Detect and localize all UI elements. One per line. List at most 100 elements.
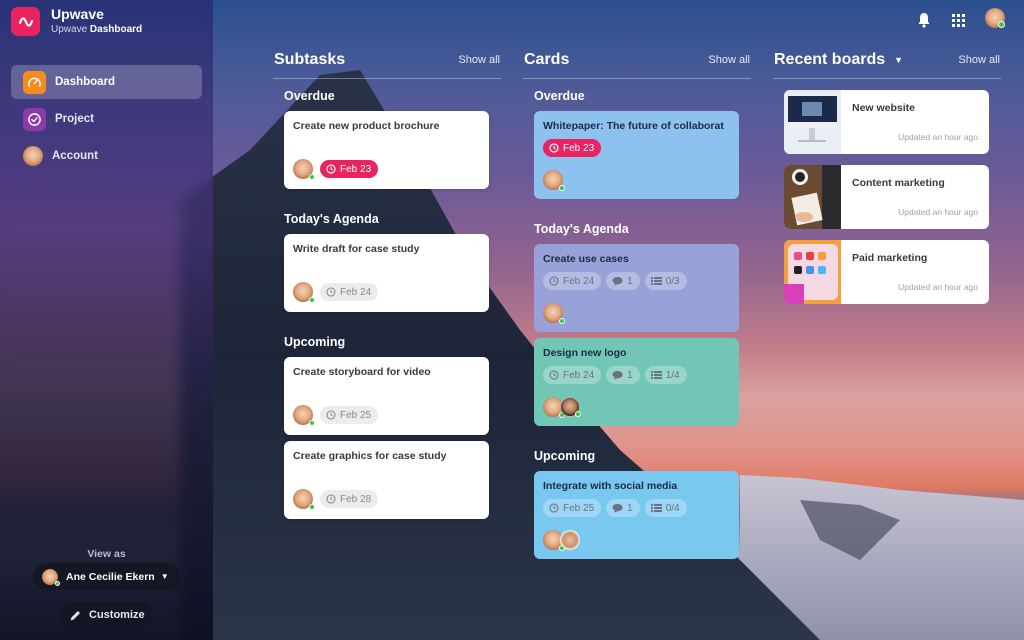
app-name: Upwave [51,6,104,22]
card[interactable]: Design new logo Feb 24 1 1/4 [534,338,739,426]
view-as-user-name: Ane Cecilie Ekern [66,570,155,583]
sidebar-item-label: Dashboard [55,76,116,88]
section-title-upcoming: Upcoming [284,335,346,349]
due-date-badge: Feb 25 [320,406,379,424]
due-date-badge: Feb 23 [320,160,379,178]
checklist-badge: 1/4 [644,366,687,384]
sidebar: Upwave Upwave Dashboard Dashboard Projec… [0,0,213,640]
assignee-avatar [543,170,565,191]
card-title: Write draft for case study [293,243,420,255]
subtasks-column: Subtasks Show all Overdue Create new pro… [273,48,501,519]
brand[interactable]: Upwave Upwave Dashboard [11,6,142,37]
user-avatar[interactable] [985,8,1005,28]
due-date-badge: Feb 28 [320,490,379,508]
assignee-avatar [293,282,315,303]
sidebar-nav: Dashboard Project Account [11,65,202,176]
upwave-logo-icon [11,7,40,36]
cards-column: Cards Show all Overdue Whitepaper: The f… [523,48,751,559]
sidebar-item-label: Account [52,150,98,162]
clock-icon [326,494,336,504]
app-subtitle: Upwave Dashboard [51,23,142,37]
due-date: Feb 25 [563,502,595,514]
caret-down-icon: ▼ [894,54,904,65]
assignee-avatar [560,530,580,550]
due-date-badge: Feb 23 [543,139,602,157]
subtasks-title: Subtasks [274,51,346,68]
board-thumbnail [784,240,841,304]
card-title: Create new product brochure [293,120,440,132]
comment-count: 1 [627,275,633,287]
comment-count: 1 [627,502,633,514]
assignee-avatar [293,489,315,510]
cards-show-all-link[interactable]: Show all [708,54,750,66]
card-title: Create storyboard for video [293,366,431,378]
customize-button[interactable]: Customize [59,602,154,628]
card-title: Integrate with social media [543,480,678,492]
divider [523,78,751,79]
recent-boards-column: Recent boards ▼ Show all New website Upda… [773,48,1001,304]
section-title-upcoming: Upcoming [534,449,596,463]
board-name: Paid marketing [852,252,928,264]
app-subtitle-bold: Dashboard [89,24,143,35]
account-avatar [23,146,43,166]
recent-boards-show-all-link[interactable]: Show all [958,54,1000,66]
comments-badge: 1 [606,272,640,290]
card[interactable]: Integrate with social media Feb 25 1 0/4 [534,471,739,559]
due-date: Feb 28 [340,493,372,505]
caret-down-icon: ▼ [160,572,169,581]
sidebar-item-account[interactable]: Account [11,139,202,173]
due-date: Feb 24 [563,275,595,287]
recent-boards-title[interactable]: Recent boards ▼ [774,51,903,69]
assignee-avatar [293,159,315,180]
card-title: Create graphics for case study [293,450,447,462]
board-updated: Updated an hour ago [898,282,978,292]
card-title: Create use cases [543,253,629,265]
view-as-user-select[interactable]: Ane Cecilie Ekern ▼ [33,563,180,590]
speedometer-icon [23,70,46,94]
divider [273,78,501,79]
due-date: Feb 25 [340,409,372,421]
card-title: Design new logo [543,347,627,359]
due-date-badge: Feb 24 [543,366,602,384]
checklist-progress: 0/4 [665,502,680,514]
comment-icon [612,504,623,513]
apps-grid-icon[interactable] [952,14,965,32]
section-title-todays-agenda: Today's Agenda [534,222,629,236]
due-date: Feb 24 [340,286,372,298]
comment-count: 1 [627,369,633,381]
checklist-icon [650,371,662,379]
board-item[interactable]: New website Updated an hour ago [784,90,989,154]
view-as-label: View as [87,548,126,560]
assignee-avatar [543,303,565,324]
subtask-card[interactable]: Create new product brochure Feb 23 [284,111,489,189]
user-avatar [42,568,60,586]
card[interactable]: Whitepaper: The future of collaborat Feb… [534,111,739,199]
comments-badge: 1 [606,499,640,517]
checklist-icon [650,277,662,285]
subtasks-show-all-link[interactable]: Show all [458,54,500,66]
bell-icon[interactable] [917,12,931,33]
sidebar-item-project[interactable]: Project [11,102,202,136]
comment-icon [612,277,623,286]
checklist-badge: 0/4 [644,499,687,517]
clock-icon [326,164,336,174]
board-thumbnail [784,90,841,154]
section-title-todays-agenda: Today's Agenda [284,212,379,226]
divider [773,78,1001,79]
sidebar-item-label: Project [55,113,94,125]
board-item[interactable]: Content marketing Updated an hour ago [784,165,989,229]
board-thumbnail [784,165,841,229]
sidebar-item-dashboard[interactable]: Dashboard [11,65,202,99]
due-date: Feb 23 [563,142,595,154]
cards-title: Cards [524,51,570,68]
card[interactable]: Create use cases Feb 24 1 0/3 [534,244,739,332]
pencil-icon [70,610,80,620]
subtask-card[interactable]: Create storyboard for video Feb 25 [284,357,489,435]
subtask-card[interactable]: Write draft for case study Feb 24 [284,234,489,312]
checklist-progress: 1/4 [665,369,680,381]
subtask-card[interactable]: Create graphics for case study Feb 28 [284,441,489,519]
assignee-avatar [560,397,581,417]
comments-badge: 1 [606,366,640,384]
recent-boards-title-text: Recent boards [774,51,886,68]
board-item[interactable]: Paid marketing Updated an hour ago [784,240,989,304]
